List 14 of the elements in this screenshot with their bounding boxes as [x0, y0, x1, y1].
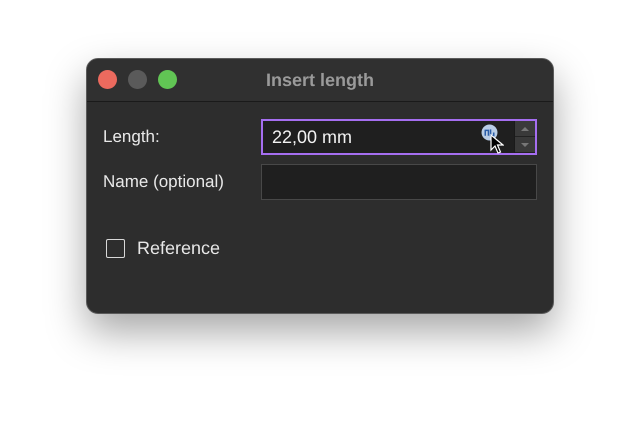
window-title: Insert length	[266, 70, 374, 90]
field-label: Name (optional)	[103, 172, 224, 192]
checkbox-label: Reference	[137, 238, 220, 259]
zoom-button[interactable]	[158, 70, 177, 89]
up-arrow-icon	[520, 126, 530, 132]
checkbox[interactable]	[106, 239, 125, 258]
length-field[interactable]: 22,00 mm	[261, 119, 537, 155]
field-label: Length:	[103, 127, 160, 147]
name-field[interactable]	[261, 164, 537, 200]
decrement-button[interactable]	[515, 137, 535, 153]
increment-button[interactable]	[515, 121, 535, 137]
mouse-pointer-icon	[490, 133, 504, 155]
close-button[interactable]	[98, 70, 117, 89]
down-arrow-icon	[520, 142, 530, 148]
